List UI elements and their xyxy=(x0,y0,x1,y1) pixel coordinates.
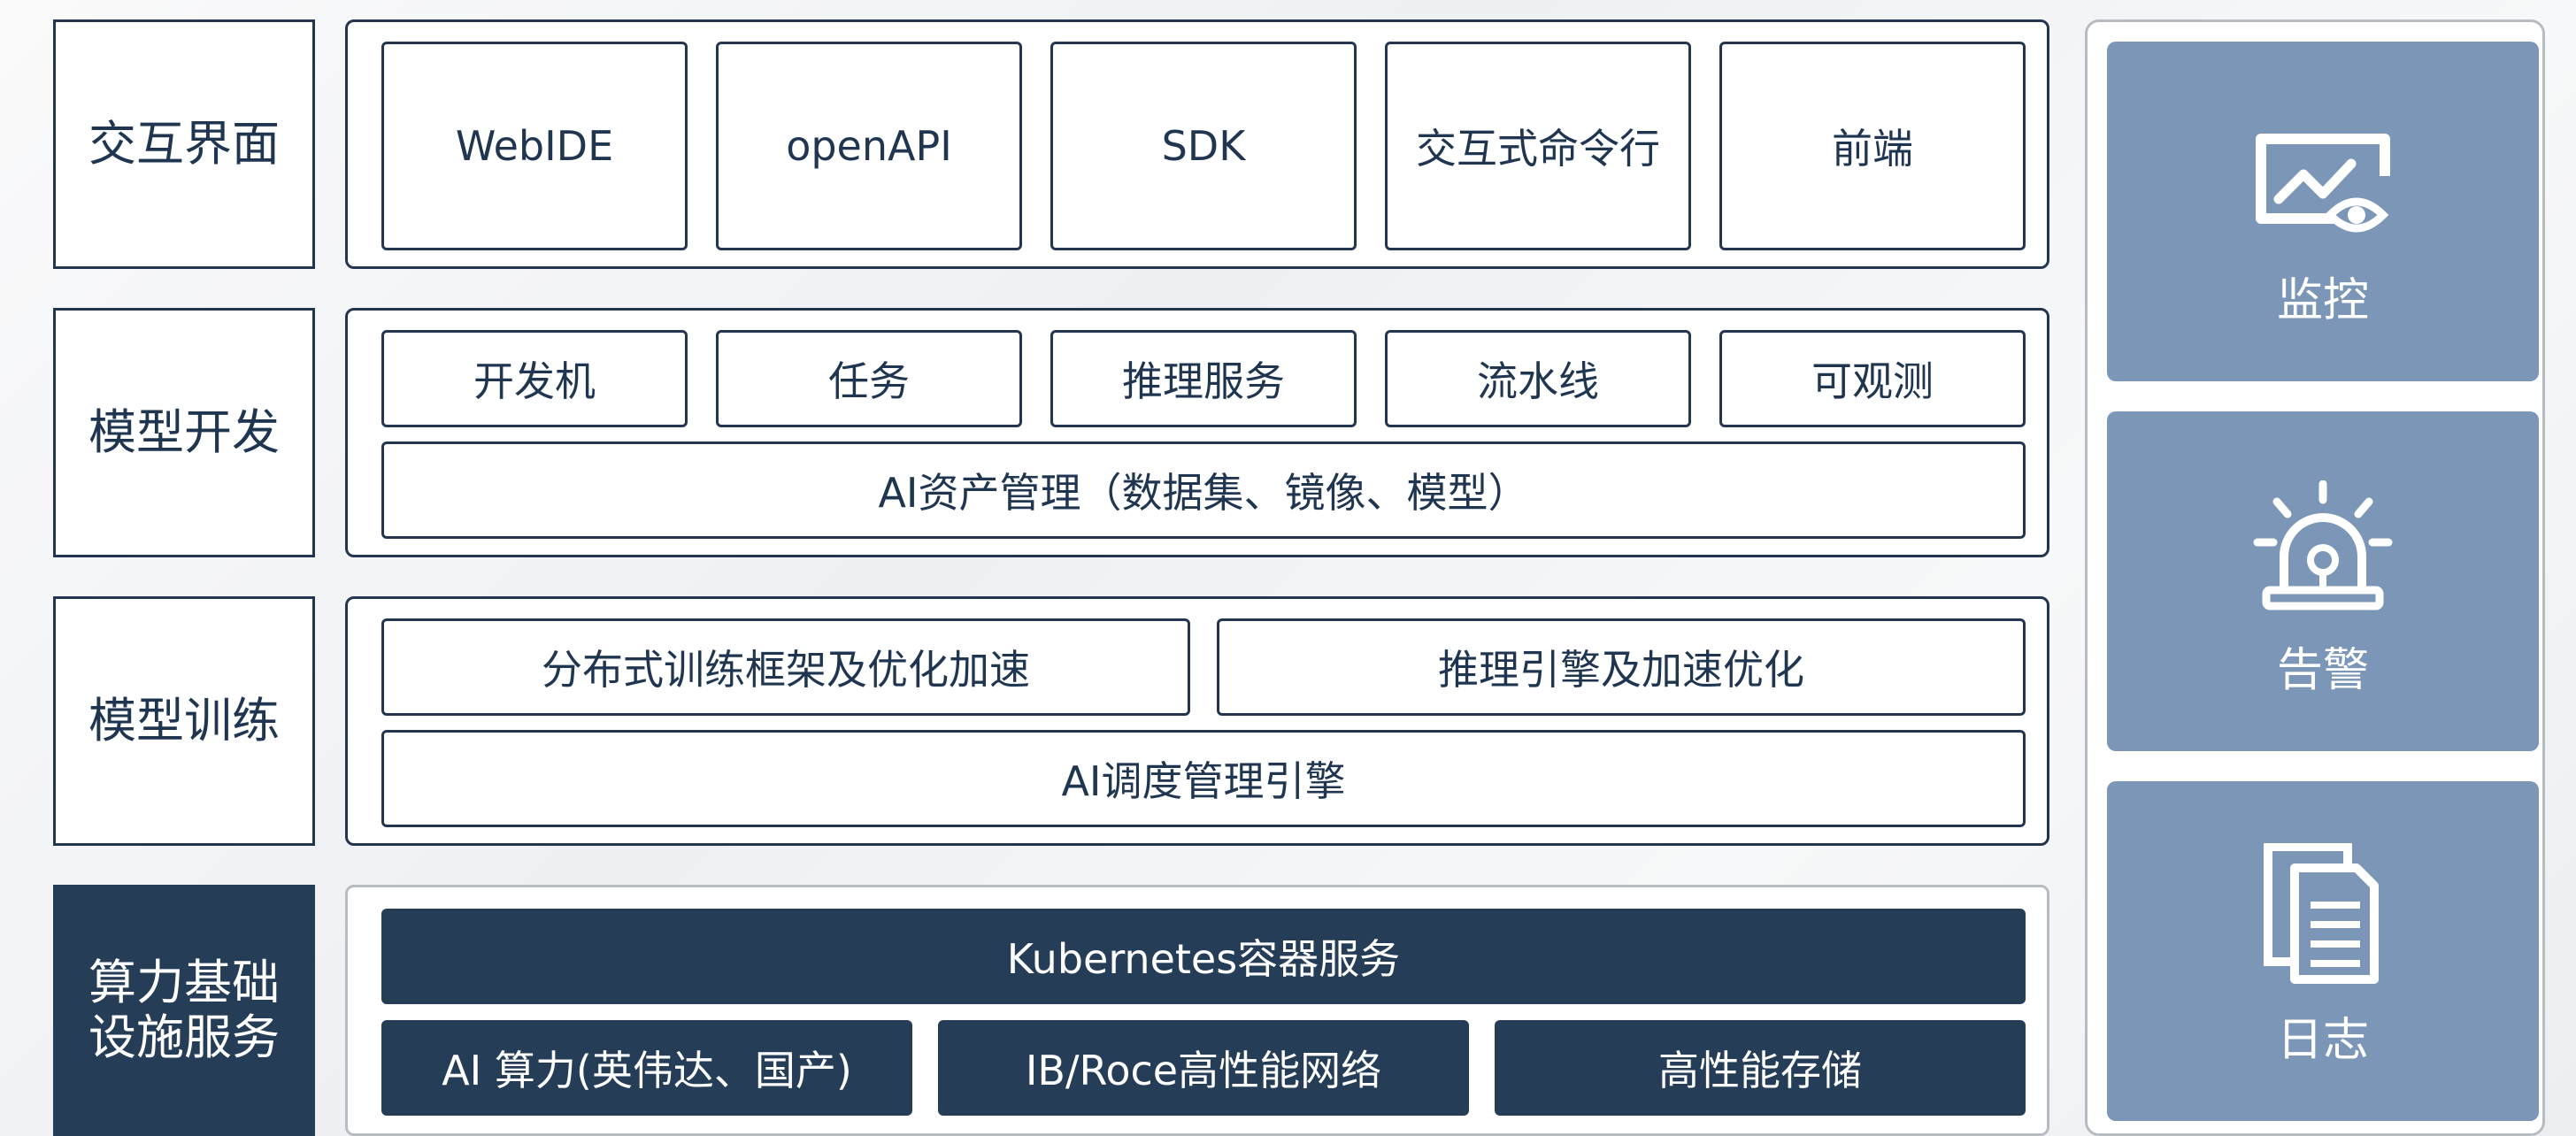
side-card-monitoring-label: 监控 xyxy=(2276,274,2369,327)
box-inference-service: 推理服务 xyxy=(1050,330,1357,427)
box-ai-scheduling-engine: AI调度管理引擎 xyxy=(381,730,2026,827)
side-card-monitoring: 监控 xyxy=(2107,42,2539,381)
layer-panel-infrastructure: Kubernetes容器服务 AI 算力(英伟达、国产) IB/Roce高性能网… xyxy=(345,885,2049,1136)
box-inference-engine: 推理引擎及加速优化 xyxy=(1217,618,2026,716)
layer-panel-model-training: 分布式训练框架及优化加速 推理引擎及加速优化 AI调度管理引擎 xyxy=(345,596,2049,846)
box-distributed-training: 分布式训练框架及优化加速 xyxy=(381,618,1190,716)
layer-label-model-dev: 模型开发 xyxy=(53,308,315,557)
architecture-diagram: 交互界面 WebIDE openAPI SDK 交互式命令行 前端 模型开发 开… xyxy=(0,0,2576,1136)
box-kubernetes: Kubernetes容器服务 xyxy=(381,909,2026,1004)
side-card-alerting: 告警 xyxy=(2107,411,2539,751)
box-task: 任务 xyxy=(716,330,1022,427)
box-frontend: 前端 xyxy=(1719,42,2026,250)
box-ai-asset-management: AI资产管理（数据集、镜像、模型） xyxy=(381,441,2026,539)
box-hp-storage: 高性能存储 xyxy=(1495,1020,2026,1116)
monitor-eye-icon xyxy=(2256,134,2390,233)
box-pipeline: 流水线 xyxy=(1385,330,1691,427)
box-dev-machine: 开发机 xyxy=(381,330,688,427)
box-webide: WebIDE xyxy=(381,42,688,250)
box-ai-compute: AI 算力(英伟达、国产) xyxy=(381,1020,912,1116)
alarm-light-icon xyxy=(2253,480,2393,610)
layer-label-model-training: 模型训练 xyxy=(53,596,315,846)
side-card-logs: 日志 xyxy=(2107,781,2539,1121)
box-openapi: openAPI xyxy=(716,42,1022,250)
side-card-alerting-label: 告警 xyxy=(2276,644,2369,697)
layer-label-interface: 交互界面 xyxy=(53,19,315,269)
box-sdk: SDK xyxy=(1050,42,1357,250)
box-ib-roce-network: IB/Roce高性能网络 xyxy=(938,1020,1469,1116)
layer-label-infrastructure-line1: 算力基础 xyxy=(88,954,280,1010)
layer-label-infrastructure-line2: 设施服务 xyxy=(88,1009,280,1065)
layer-panel-interface: WebIDE openAPI SDK 交互式命令行 前端 xyxy=(345,19,2049,269)
box-observability: 可观测 xyxy=(1719,330,2026,427)
box-interactive-cli: 交互式命令行 xyxy=(1385,42,1691,250)
layer-panel-model-dev: 开发机 任务 推理服务 流水线 可观测 AI资产管理（数据集、镜像、模型） xyxy=(345,308,2049,557)
layer-label-infrastructure: 算力基础 设施服务 xyxy=(53,885,315,1136)
document-log-icon xyxy=(2264,843,2379,984)
side-panel: 监控 告警 日志 xyxy=(2085,19,2545,1136)
side-card-logs-label: 日志 xyxy=(2276,1014,2369,1067)
